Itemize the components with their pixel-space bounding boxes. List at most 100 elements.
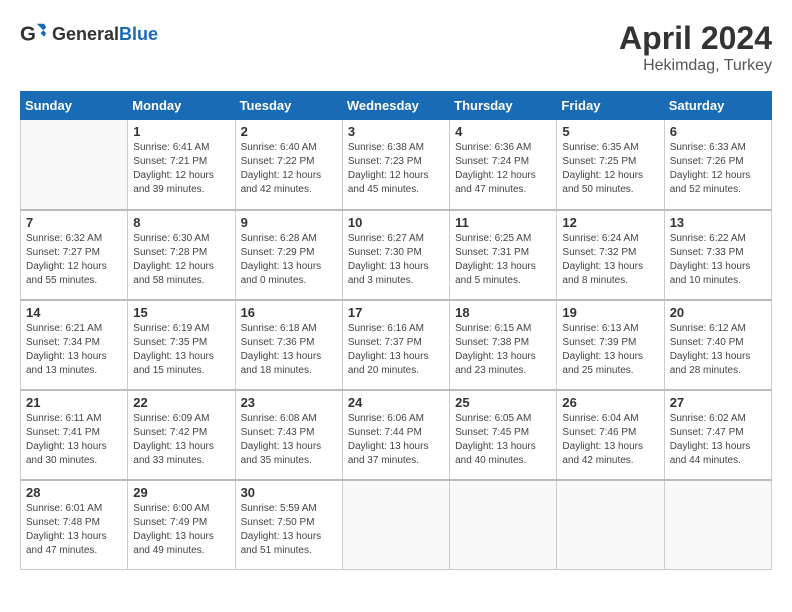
calendar-cell: 23 Sunrise: 6:08 AMSunset: 7:43 PMDayligh… xyxy=(235,390,342,480)
day-info: Sunrise: 6:40 AMSunset: 7:22 PMDaylight:… xyxy=(241,141,337,197)
calendar-cell: 14 Sunrise: 6:21 AMSunset: 7:34 PMDayligh… xyxy=(21,300,128,390)
day-number: 1 xyxy=(133,124,229,139)
day-info: Sunrise: 6:08 AMSunset: 7:43 PMDaylight:… xyxy=(241,412,337,468)
day-number: 18 xyxy=(455,305,551,320)
calendar-cell: 29 Sunrise: 6:00 AMSunset: 7:49 PMDayligh… xyxy=(128,480,235,570)
calendar-cell: 18 Sunrise: 6:15 AMSunset: 7:38 PMDayligh… xyxy=(450,300,557,390)
day-number: 25 xyxy=(455,395,551,410)
day-number: 4 xyxy=(455,124,551,139)
day-number: 23 xyxy=(241,395,337,410)
calendar-cell: 16 Sunrise: 6:18 AMSunset: 7:36 PMDayligh… xyxy=(235,300,342,390)
day-info: Sunrise: 6:38 AMSunset: 7:23 PMDaylight:… xyxy=(348,141,444,197)
day-info: Sunrise: 6:25 AMSunset: 7:31 PMDaylight:… xyxy=(455,232,551,288)
day-info: Sunrise: 6:36 AMSunset: 7:24 PMDaylight:… xyxy=(455,141,551,197)
calendar-cell: 8Sunrise: 6:30 AMSunset: 7:28 PMDaylight… xyxy=(128,210,235,300)
calendar-cell: 15 Sunrise: 6:19 AMSunset: 7:35 PMDayligh… xyxy=(128,300,235,390)
day-number: 12 xyxy=(562,215,658,230)
day-info: Sunrise: 6:00 AMSunset: 7:49 PMDaylight:… xyxy=(133,502,229,558)
calendar-cell xyxy=(664,480,771,570)
calendar-cell: 30 Sunrise: 5:59 AMSunset: 7:50 PMDayligh… xyxy=(235,480,342,570)
calendar-cell xyxy=(557,480,664,570)
day-info: Sunrise: 6:05 AMSunset: 7:45 PMDaylight:… xyxy=(455,412,551,468)
day-info: Sunrise: 6:19 AMSunset: 7:35 PMDaylight:… xyxy=(133,322,229,378)
day-info: Sunrise: 6:11 AMSunset: 7:41 PMDaylight:… xyxy=(26,412,122,468)
calendar-cell: 20Sunrise: 6:12 AMSunset: 7:40 PMDayligh… xyxy=(664,300,771,390)
day-info: Sunrise: 6:01 AMSunset: 7:48 PMDaylight:… xyxy=(26,502,122,558)
week-row-5: 28Sunrise: 6:01 AMSunset: 7:48 PMDayligh… xyxy=(21,480,772,570)
calendar-cell xyxy=(21,120,128,210)
calendar-cell: 21 Sunrise: 6:11 AMSunset: 7:41 PMDayligh… xyxy=(21,390,128,480)
day-number: 13 xyxy=(670,215,766,230)
page-header: G GeneralBlue April 2024 Hekimdag, Turke… xyxy=(20,20,772,75)
day-info: Sunrise: 6:24 AMSunset: 7:32 PMDaylight:… xyxy=(562,232,658,288)
calendar-cell: 24 Sunrise: 6:06 AMSunset: 7:44 PMDayligh… xyxy=(342,390,449,480)
calendar-cell: 10Sunrise: 6:27 AMSunset: 7:30 PMDayligh… xyxy=(342,210,449,300)
day-info: Sunrise: 6:28 AMSunset: 7:29 PMDaylight:… xyxy=(241,232,337,288)
day-number: 19 xyxy=(562,305,658,320)
day-info: Sunrise: 6:16 AMSunset: 7:37 PMDaylight:… xyxy=(348,322,444,378)
calendar-cell: 25 Sunrise: 6:05 AMSunset: 7:45 PMDayligh… xyxy=(450,390,557,480)
logo-general-text: General xyxy=(52,24,119,44)
logo: G GeneralBlue xyxy=(20,20,158,48)
weekday-header-row: SundayMondayTuesdayWednesdayThursdayFrid… xyxy=(21,92,772,120)
calendar-cell: 27Sunrise: 6:02 AMSunset: 7:47 PMDayligh… xyxy=(664,390,771,480)
day-number: 5 xyxy=(562,124,658,139)
calendar-cell: 22 Sunrise: 6:09 AMSunset: 7:42 PMDayligh… xyxy=(128,390,235,480)
day-info: Sunrise: 6:27 AMSunset: 7:30 PMDaylight:… xyxy=(348,232,444,288)
calendar-cell: 19 Sunrise: 6:13 AMSunset: 7:39 PMDayligh… xyxy=(557,300,664,390)
day-number: 27 xyxy=(670,395,766,410)
day-info: Sunrise: 6:13 AMSunset: 7:39 PMDaylight:… xyxy=(562,322,658,378)
calendar-cell: 6Sunrise: 6:33 AMSunset: 7:26 PMDaylight… xyxy=(664,120,771,210)
day-info: Sunrise: 6:15 AMSunset: 7:38 PMDaylight:… xyxy=(455,322,551,378)
day-info: Sunrise: 6:30 AMSunset: 7:28 PMDaylight:… xyxy=(133,232,229,288)
week-row-2: 7 Sunrise: 6:32 AMSunset: 7:27 PMDaylight… xyxy=(21,210,772,300)
day-info: Sunrise: 6:06 AMSunset: 7:44 PMDaylight:… xyxy=(348,412,444,468)
day-number: 3 xyxy=(348,124,444,139)
calendar-cell: 26Sunrise: 6:04 AMSunset: 7:46 PMDayligh… xyxy=(557,390,664,480)
day-info: Sunrise: 6:33 AMSunset: 7:26 PMDaylight:… xyxy=(670,141,766,197)
day-number: 2 xyxy=(241,124,337,139)
day-number: 17 xyxy=(348,305,444,320)
day-info: Sunrise: 5:59 AMSunset: 7:50 PMDaylight:… xyxy=(241,502,337,558)
logo-blue-text: Blue xyxy=(119,24,158,44)
day-number: 11 xyxy=(455,215,551,230)
week-row-1: 1 Sunrise: 6:41 AMSunset: 7:21 PMDaylight… xyxy=(21,120,772,210)
day-info: Sunrise: 6:09 AMSunset: 7:42 PMDaylight:… xyxy=(133,412,229,468)
calendar-cell: 17 Sunrise: 6:16 AMSunset: 7:37 PMDayligh… xyxy=(342,300,449,390)
day-number: 22 xyxy=(133,395,229,410)
calendar-cell: 13 Sunrise: 6:22 AMSunset: 7:33 PMDayligh… xyxy=(664,210,771,300)
calendar-cell: 7 Sunrise: 6:32 AMSunset: 7:27 PMDaylight… xyxy=(21,210,128,300)
day-number: 24 xyxy=(348,395,444,410)
weekday-header-wednesday: Wednesday xyxy=(342,92,449,120)
day-info: Sunrise: 6:35 AMSunset: 7:25 PMDaylight:… xyxy=(562,141,658,197)
day-number: 14 xyxy=(26,305,122,320)
day-number: 9 xyxy=(241,215,337,230)
week-row-4: 21 Sunrise: 6:11 AMSunset: 7:41 PMDayligh… xyxy=(21,390,772,480)
weekday-header-monday: Monday xyxy=(128,92,235,120)
title-section: April 2024 Hekimdag, Turkey xyxy=(619,20,772,75)
calendar-table: SundayMondayTuesdayWednesdayThursdayFrid… xyxy=(20,91,772,570)
day-info: Sunrise: 6:41 AMSunset: 7:21 PMDaylight:… xyxy=(133,141,229,197)
calendar-cell: 2 Sunrise: 6:40 AMSunset: 7:22 PMDaylight… xyxy=(235,120,342,210)
calendar-cell: 28Sunrise: 6:01 AMSunset: 7:48 PMDayligh… xyxy=(21,480,128,570)
day-number: 29 xyxy=(133,485,229,500)
day-number: 20 xyxy=(670,305,766,320)
day-number: 15 xyxy=(133,305,229,320)
day-number: 7 xyxy=(26,215,122,230)
calendar-cell xyxy=(342,480,449,570)
calendar-cell xyxy=(450,480,557,570)
calendar-cell: 3 Sunrise: 6:38 AMSunset: 7:23 PMDaylight… xyxy=(342,120,449,210)
calendar-cell: 11 Sunrise: 6:25 AMSunset: 7:31 PMDayligh… xyxy=(450,210,557,300)
day-number: 16 xyxy=(241,305,337,320)
day-info: Sunrise: 6:22 AMSunset: 7:33 PMDaylight:… xyxy=(670,232,766,288)
day-number: 21 xyxy=(26,395,122,410)
day-number: 26 xyxy=(562,395,658,410)
weekday-header-sunday: Sunday xyxy=(21,92,128,120)
day-info: Sunrise: 6:18 AMSunset: 7:36 PMDaylight:… xyxy=(241,322,337,378)
day-info: Sunrise: 6:32 AMSunset: 7:27 PMDaylight:… xyxy=(26,232,122,288)
location-subtitle: Hekimdag, Turkey xyxy=(619,57,772,75)
weekday-header-tuesday: Tuesday xyxy=(235,92,342,120)
calendar-cell: 9 Sunrise: 6:28 AMSunset: 7:29 PMDaylight… xyxy=(235,210,342,300)
day-number: 30 xyxy=(241,485,337,500)
day-info: Sunrise: 6:21 AMSunset: 7:34 PMDaylight:… xyxy=(26,322,122,378)
